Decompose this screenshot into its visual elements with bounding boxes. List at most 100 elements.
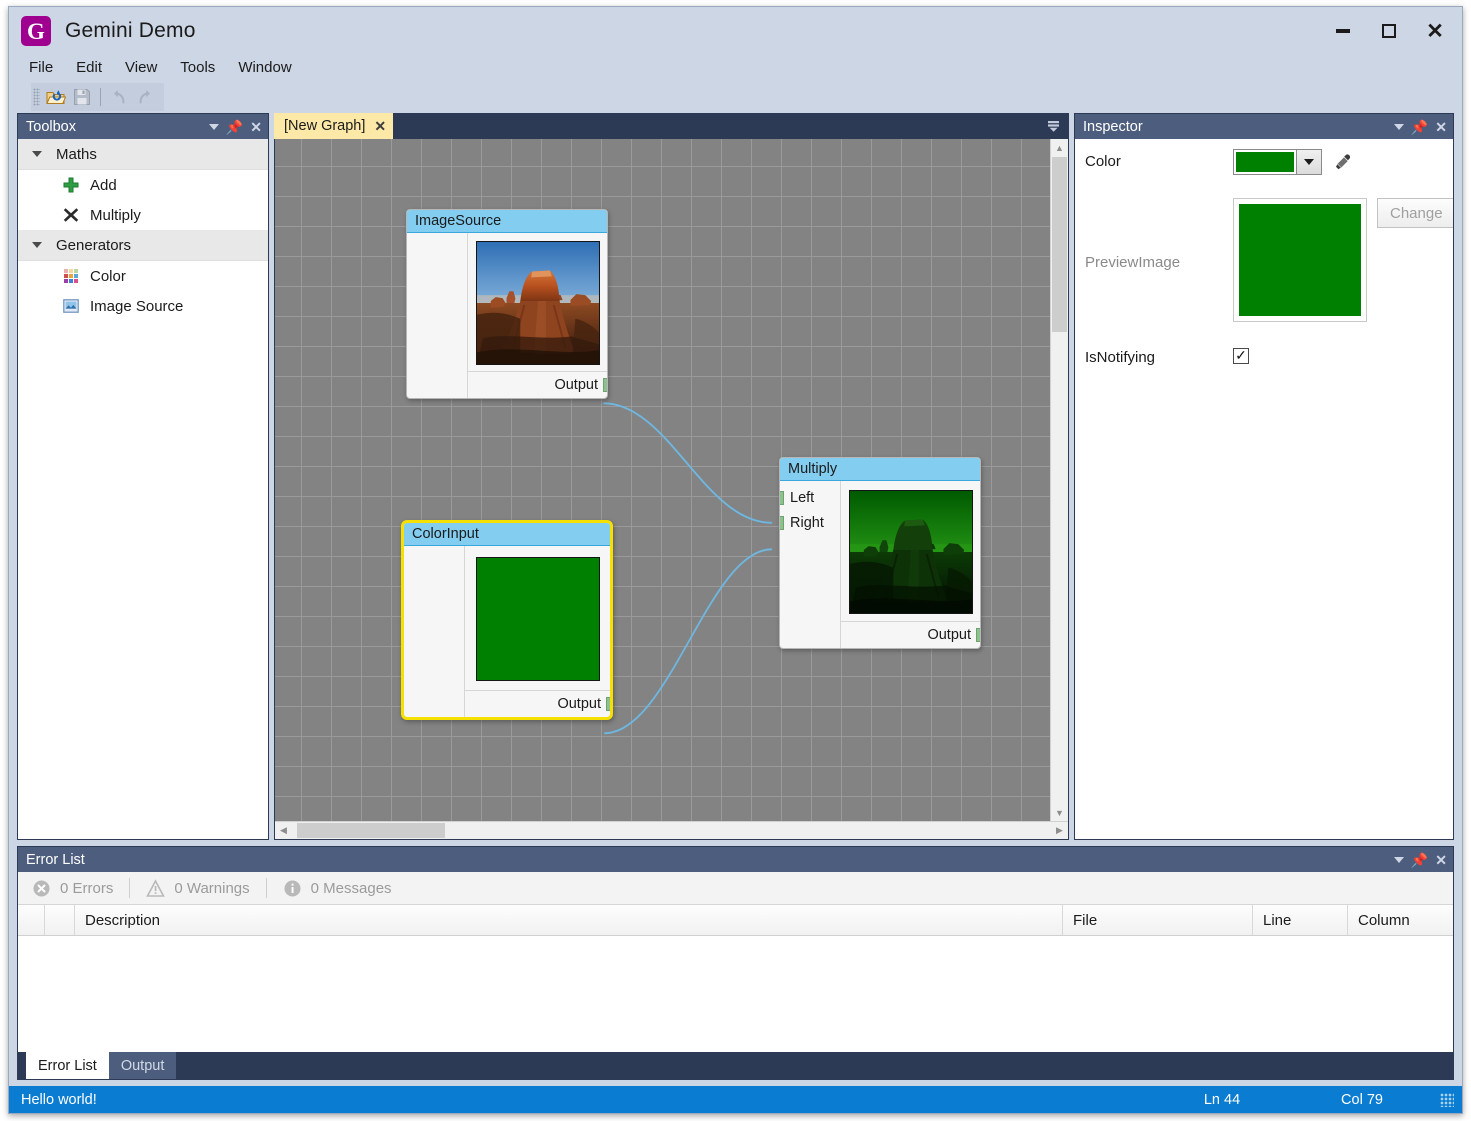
output-port[interactable] [976,628,980,642]
document-tab-strip: [New Graph] ✕ [274,113,1069,139]
chevron-down-icon [1393,123,1404,130]
output-port[interactable] [606,697,610,711]
toolbar-grip[interactable] [33,88,40,106]
menu-item-tools[interactable]: Tools [180,56,226,80]
color-dropdown-button[interactable] [1296,150,1321,174]
node-output-label: Output [557,696,601,712]
graph-node-imagesource[interactable]: ImageSource Output [406,209,608,399]
inspector-panel: Inspector 📌 ✕ Color PreviewImage Change … [1074,113,1454,840]
input-port[interactable] [780,490,784,505]
inspector-pin-button[interactable]: 📌 [1411,120,1428,134]
toolbar-strip [31,83,164,111]
menu-item-file[interactable]: File [29,56,64,80]
inspector-row-previewimage: PreviewImage Change [1075,175,1453,335]
error-list-options-button[interactable] [1393,856,1404,863]
menu-item-window[interactable]: Window [238,56,302,80]
toolbox-close-button[interactable]: ✕ [250,120,262,134]
isnotifying-checkbox[interactable]: ✓ [1233,348,1249,364]
node-title: ColorInput [404,523,610,546]
tab-output[interactable]: Output [108,1052,177,1079]
toolbox-group-maths[interactable]: Maths [18,139,268,170]
output-port[interactable] [603,378,607,392]
column-header-column[interactable]: Column [1348,905,1453,935]
graph-node-multiply[interactable]: Multiply Left Right Output [779,457,981,649]
maximize-icon [1382,24,1396,38]
document-tab-new-graph[interactable]: [New Graph] ✕ [274,113,394,139]
change-button[interactable]: Change [1377,198,1453,228]
scroll-right-button[interactable]: ▶ [1051,822,1068,839]
document-tab-label: [New Graph] [284,118,366,134]
error-list-pin-button[interactable]: 📌 [1411,853,1428,867]
undo-button[interactable] [106,84,132,110]
toolbox-group-generators[interactable]: Generators [18,230,268,261]
pin-icon: 📌 [225,118,244,135]
chevron-expanded-icon [32,151,42,157]
graph-canvas[interactable]: ImageSource Output ColorInput Output Mul… [275,139,1050,821]
eyedropper-button[interactable] [1332,149,1354,175]
resize-grip[interactable] [1440,1092,1454,1107]
maximize-button[interactable] [1366,11,1412,51]
canvas-horizontal-scrollbar[interactable]: ◀ ▶ [275,821,1068,839]
color-combo-box[interactable] [1233,149,1322,175]
inspector-options-button[interactable] [1393,123,1404,130]
toolbox-item-add[interactable]: Add [18,170,268,200]
errors-filter-button[interactable]: 0 Errors [32,879,129,898]
tab-error-list[interactable]: Error List [26,1052,109,1079]
document-tab-close-icon[interactable]: ✕ [374,118,386,135]
input-port[interactable] [780,515,784,530]
tab-list-dropdown-button[interactable] [1043,116,1063,136]
menu-item-view[interactable]: View [125,56,168,80]
input-port-left[interactable]: Left [780,485,840,510]
toolbar [9,81,1462,113]
toolbox-item-label: Multiply [90,206,141,224]
preview-desert-butte-green-tinted [848,490,973,614]
save-button[interactable] [69,84,95,110]
color-palette-icon [62,267,80,285]
input-port-label: Left [790,489,815,506]
close-icon: ✕ [1435,851,1447,868]
plus-icon [62,176,80,194]
chevron-down-icon [208,123,219,130]
toolbox-item-image-source[interactable]: Image Source [18,291,268,321]
node-preview [468,233,607,371]
open-icon [46,90,66,104]
input-port-right[interactable]: Right [780,510,840,535]
error-list-panel: Error List 📌 ✕ 0 Errors 0 Warnings 0 Mes… [17,846,1454,1080]
close-button[interactable]: ✕ [1412,11,1458,51]
error-list-title: Error List [26,851,85,868]
wire-imagesource-to-left [603,402,772,524]
graph-node-colorinput[interactable]: ColorInput Output [401,520,613,720]
color-swatch[interactable] [1234,150,1296,174]
inspector-close-button[interactable]: ✕ [1435,120,1447,134]
toolbox-tree: Maths Add Multiply Generators Color Imag… [18,139,268,839]
check-icon: ✓ [1235,347,1247,363]
scroll-down-button[interactable]: ▼ [1051,804,1068,821]
error-list-header-buttons: 📌 ✕ [1393,853,1453,867]
scroll-left-button[interactable]: ◀ [275,822,292,839]
menu-item-edit[interactable]: Edit [76,56,113,80]
messages-filter-button[interactable]: 0 Messages [283,879,408,898]
pin-icon: 📌 [1410,118,1429,135]
toolbox-options-button[interactable] [208,123,219,130]
scroll-up-button[interactable]: ▲ [1051,139,1068,156]
filter-separator [129,878,131,898]
error-list-rows[interactable] [18,936,1453,1052]
canvas-vertical-scrollbar[interactable]: ▲ ▼ [1050,139,1068,821]
column-header-icon[interactable] [18,905,45,935]
minimize-button[interactable] [1320,11,1366,51]
vertical-scroll-thumb[interactable] [1052,157,1067,332]
column-header-description[interactable]: Description [75,905,1063,935]
chevron-expanded-icon [32,242,42,248]
warnings-filter-button[interactable]: 0 Warnings [146,878,265,898]
column-header-line[interactable]: Line [1253,905,1348,935]
column-header-file[interactable]: File [1063,905,1253,935]
redo-button[interactable] [132,84,158,110]
status-line: Ln 44 [1203,1091,1241,1108]
open-button[interactable] [43,84,69,110]
error-list-close-button[interactable]: ✕ [1435,853,1447,867]
toolbox-item-color[interactable]: Color [18,261,268,291]
column-header-blank[interactable] [45,905,75,935]
horizontal-scroll-thumb[interactable] [297,823,445,838]
toolbox-pin-button[interactable]: 📌 [226,120,243,134]
toolbox-item-multiply[interactable]: Multiply [18,200,268,230]
